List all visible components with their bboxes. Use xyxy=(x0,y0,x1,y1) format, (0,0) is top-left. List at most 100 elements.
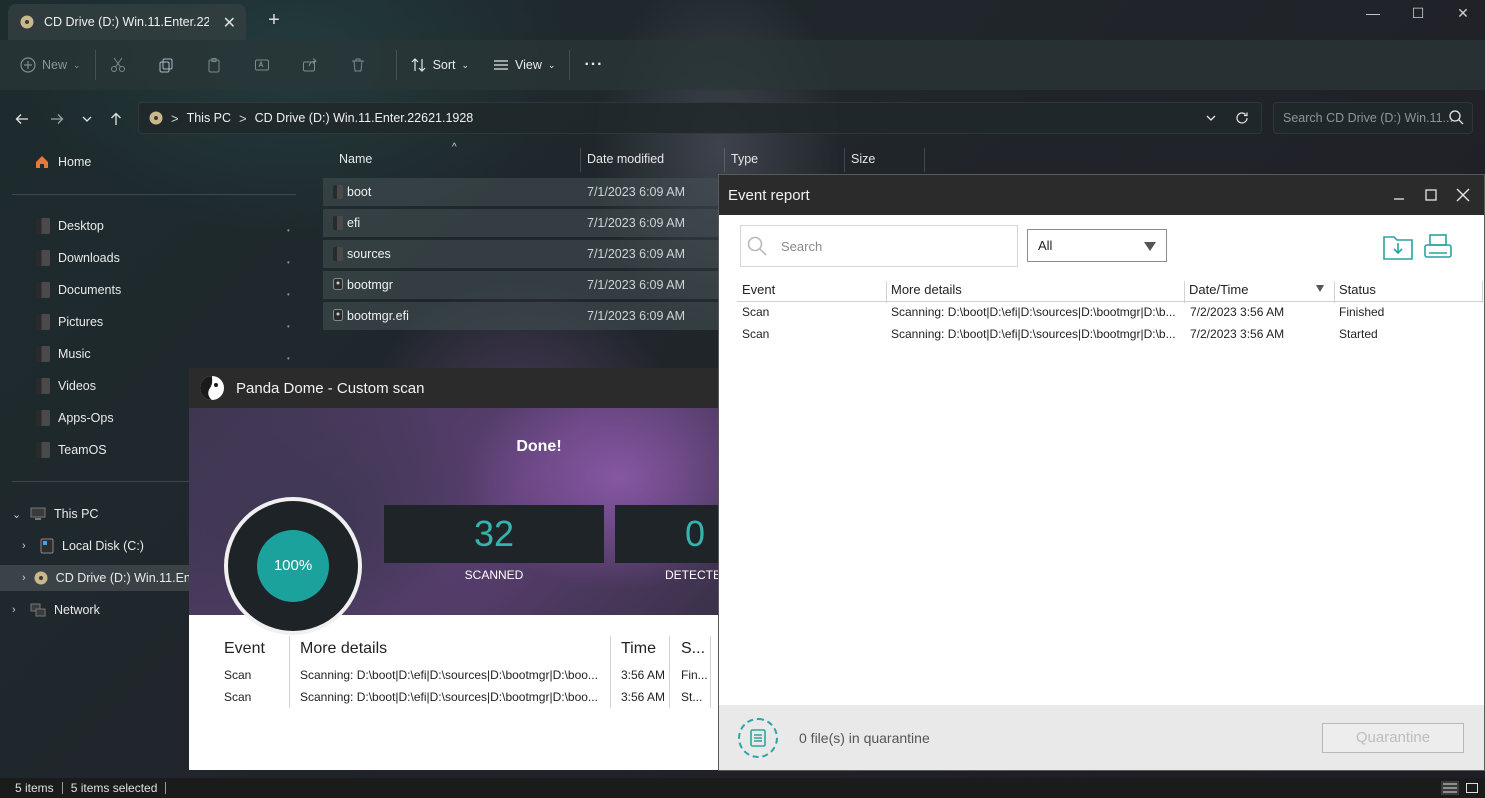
forward-arrow-icon[interactable] xyxy=(46,108,68,130)
paste-icon[interactable] xyxy=(198,49,230,81)
recent-locations-chevron-icon[interactable] xyxy=(76,108,98,130)
sidebar-item-documents[interactable]: Documents xyxy=(36,277,121,303)
file-row[interactable]: boot 7/1/2023 6:09 AM xyxy=(323,178,718,206)
event-report-title: Event report xyxy=(728,186,810,204)
sidebar-item-label: Music xyxy=(58,347,91,361)
explorer-search-input[interactable]: Search CD Drive (D:) Win.11... xyxy=(1273,102,1473,134)
sidebar-item-pictures[interactable]: Pictures xyxy=(36,309,103,335)
maximize-button[interactable]: ☐ xyxy=(1395,0,1441,30)
scan-done-text: Done! xyxy=(516,438,562,455)
breadcrumb-separator: > xyxy=(239,110,247,126)
sidebar-item-label: This PC xyxy=(54,507,99,521)
search-placeholder: Search CD Drive (D:) Win.11... xyxy=(1283,111,1453,125)
chevron-down-icon[interactable]: ⌄ xyxy=(12,508,22,521)
progress-percent: 100% xyxy=(257,530,329,602)
delete-icon[interactable] xyxy=(342,49,374,81)
column-date-modified[interactable]: Date modified xyxy=(581,148,725,172)
sidebar-item-label: Home xyxy=(58,155,92,169)
explorer-tab[interactable]: CD Drive (D:) Win.11.Enter.226 ✕ xyxy=(8,4,246,40)
address-history-chevron-icon[interactable] xyxy=(1205,112,1217,124)
sidebar-item-desktop[interactable]: Desktop xyxy=(36,213,104,239)
file-date: 7/1/2023 6:09 AM xyxy=(587,278,685,292)
tiles-view-icon[interactable] xyxy=(1463,781,1481,795)
title-bar: CD Drive (D:) Win.11.Enter.226 ✕ + — ☐ ✕ xyxy=(0,0,1485,40)
details-view-icon[interactable] xyxy=(1441,781,1459,795)
column-size[interactable]: Size xyxy=(845,148,925,172)
breadcrumb-this-pc[interactable]: This PC xyxy=(187,111,231,125)
sidebar-item-downloads[interactable]: Downloads xyxy=(36,245,120,271)
panda-col-event: Event xyxy=(224,640,265,657)
share-icon[interactable] xyxy=(294,49,326,81)
sidebar-item-music[interactable]: Music xyxy=(36,341,91,367)
print-icon[interactable] xyxy=(1422,232,1454,262)
file-row[interactable]: efi 7/1/2023 6:09 AM xyxy=(323,209,718,237)
panda-row-status: St... xyxy=(681,690,703,704)
close-icon[interactable] xyxy=(1453,185,1473,205)
file-name: efi xyxy=(347,216,361,230)
sidebar-item-videos[interactable]: Videos xyxy=(36,373,96,399)
column-name[interactable]: Name xyxy=(333,148,581,172)
sidebar-item-teamos[interactable]: TeamOS xyxy=(36,437,107,463)
sidebar-item-cd-drive[interactable]: › CD Drive (D:) Win.11.Ent xyxy=(0,565,194,591)
chevron-down-icon: ⌄ xyxy=(461,59,470,70)
minimize-button[interactable]: — xyxy=(1350,0,1396,30)
status-cell: Started xyxy=(1339,327,1378,341)
close-button[interactable]: ✕ xyxy=(1440,0,1485,30)
event-column-datetime[interactable]: Date/Time xyxy=(1185,281,1335,303)
event-column-status[interactable]: Status xyxy=(1335,281,1483,303)
panda-col-time: Time xyxy=(621,640,656,657)
more-options-button[interactable]: ··· xyxy=(576,49,611,81)
breadcrumb-cd-drive[interactable]: CD Drive (D:) Win.11.Enter.22621.1928 xyxy=(255,111,474,125)
sidebar-item-local-disk[interactable]: › Local Disk (C:) xyxy=(22,533,144,559)
search-placeholder: Search xyxy=(781,239,823,254)
panda-row-event: Scan xyxy=(224,690,252,704)
event-cell: Scan xyxy=(742,327,770,341)
address-bar[interactable]: > This PC > CD Drive (D:) Win.11.Enter.2… xyxy=(138,102,1262,134)
minimize-icon[interactable] xyxy=(1389,185,1409,205)
pin-icon: • xyxy=(287,290,290,299)
quarantine-button[interactable]: Quarantine xyxy=(1322,723,1464,753)
copy-icon[interactable] xyxy=(150,49,182,81)
event-search-input[interactable]: Search xyxy=(740,225,1018,267)
rename-icon[interactable] xyxy=(246,49,278,81)
file-date: 7/1/2023 6:09 AM xyxy=(587,247,685,261)
maximize-icon[interactable] xyxy=(1421,185,1441,205)
chevron-down-icon: ⌄ xyxy=(73,59,81,70)
breadcrumb-separator: > xyxy=(171,110,179,126)
sort-button[interactable]: Sort ⌄ xyxy=(403,49,477,81)
file-row[interactable]: bootmgr 7/1/2023 6:09 AM xyxy=(323,271,718,299)
chevron-right-icon[interactable]: › xyxy=(12,604,22,616)
event-filter-select[interactable]: All xyxy=(1027,229,1167,262)
panda-row-time: 3:56 AM xyxy=(621,668,666,682)
export-folder-icon[interactable] xyxy=(1382,232,1414,262)
column-divider xyxy=(289,636,290,708)
sidebar-item-label: TeamOS xyxy=(58,443,107,457)
file-row[interactable]: sources 7/1/2023 6:09 AM xyxy=(323,240,718,268)
sidebar-item-apps-ops[interactable]: Apps-Ops xyxy=(36,405,114,431)
scanned-count: 32 xyxy=(473,513,515,554)
chevron-right-icon[interactable]: › xyxy=(22,572,26,584)
event-column-event[interactable]: Event xyxy=(738,281,887,303)
folder-icon xyxy=(36,410,50,426)
new-tab-button[interactable]: + xyxy=(262,8,286,32)
event-column-details[interactable]: More details xyxy=(887,281,1185,303)
cut-icon[interactable] xyxy=(102,49,134,81)
up-arrow-icon[interactable] xyxy=(105,108,127,130)
quarantine-footer: 0 file(s) in quarantine Quarantine xyxy=(719,705,1484,770)
back-arrow-icon[interactable] xyxy=(11,108,33,130)
sidebar-item-this-pc[interactable]: ⌄ This PC xyxy=(12,501,98,527)
file-name: bootmgr.efi xyxy=(347,309,409,323)
sidebar-item-home[interactable]: Home xyxy=(34,149,91,175)
view-button[interactable]: View ⌄ xyxy=(485,49,563,81)
panda-custom-scan-window: Panda Dome - Custom scan Done! 100% 32 S… xyxy=(189,368,729,770)
new-button[interactable]: New ⌄ xyxy=(12,49,89,81)
column-type[interactable]: Type xyxy=(725,148,845,172)
tab-close-icon[interactable]: ✕ xyxy=(223,13,236,33)
folder-icon xyxy=(333,185,343,199)
chevron-right-icon[interactable]: › xyxy=(22,540,32,552)
file-row[interactable]: bootmgr.efi 7/1/2023 6:09 AM xyxy=(323,302,718,330)
refresh-icon[interactable] xyxy=(1235,111,1249,125)
sidebar-item-network[interactable]: › Network xyxy=(12,597,100,623)
view-label: View xyxy=(515,58,542,72)
event-report-window: Event report Search All Event More detai… xyxy=(718,174,1485,771)
